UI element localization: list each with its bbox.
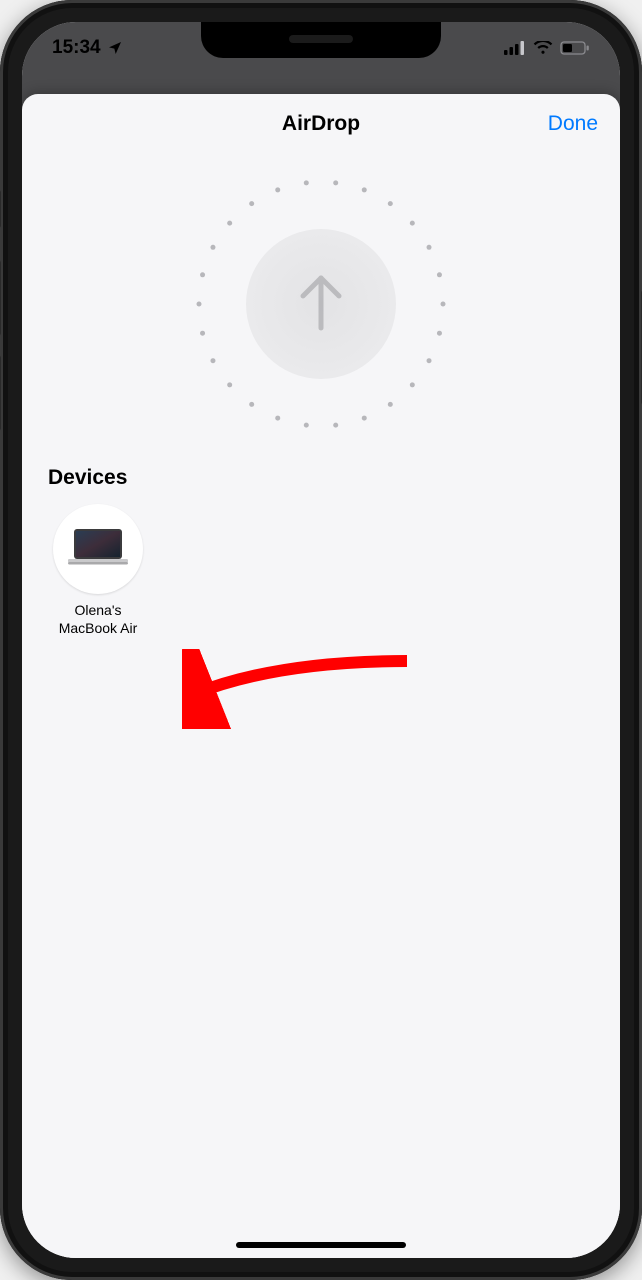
- sheet-title: AirDrop: [282, 112, 360, 136]
- home-indicator[interactable]: [236, 1242, 406, 1248]
- devices-section-label: Devices: [22, 454, 620, 504]
- device-name-label: Olena's MacBook Air: [59, 602, 138, 637]
- location-arrow-icon: [107, 40, 123, 56]
- volume-down-button: [0, 355, 1, 431]
- volume-up-button: [0, 260, 1, 336]
- iphone-device-frame: 15:34: [0, 0, 642, 1280]
- sheet-header: AirDrop Done: [22, 94, 620, 154]
- device-item-macbook[interactable]: Olena's MacBook Air: [48, 504, 148, 637]
- wifi-icon: [533, 41, 553, 55]
- screen: 15:34: [22, 22, 620, 1258]
- annotation-arrow: [182, 649, 412, 734]
- macbook-air-icon: [66, 527, 130, 572]
- airdrop-radar: [22, 154, 620, 454]
- airdrop-sheet: AirDrop Done Devices: [22, 94, 620, 1258]
- mute-switch: [0, 190, 1, 228]
- status-time: 15:34: [52, 37, 101, 59]
- done-button[interactable]: Done: [548, 94, 598, 153]
- battery-icon: [560, 41, 590, 55]
- radar-center-circle: [246, 229, 396, 379]
- device-avatar: [53, 504, 143, 594]
- upload-arrow-icon: [293, 270, 349, 339]
- notch: [201, 22, 441, 58]
- cellular-signal-icon: [504, 41, 526, 55]
- device-list: Olena's MacBook Air: [22, 504, 620, 637]
